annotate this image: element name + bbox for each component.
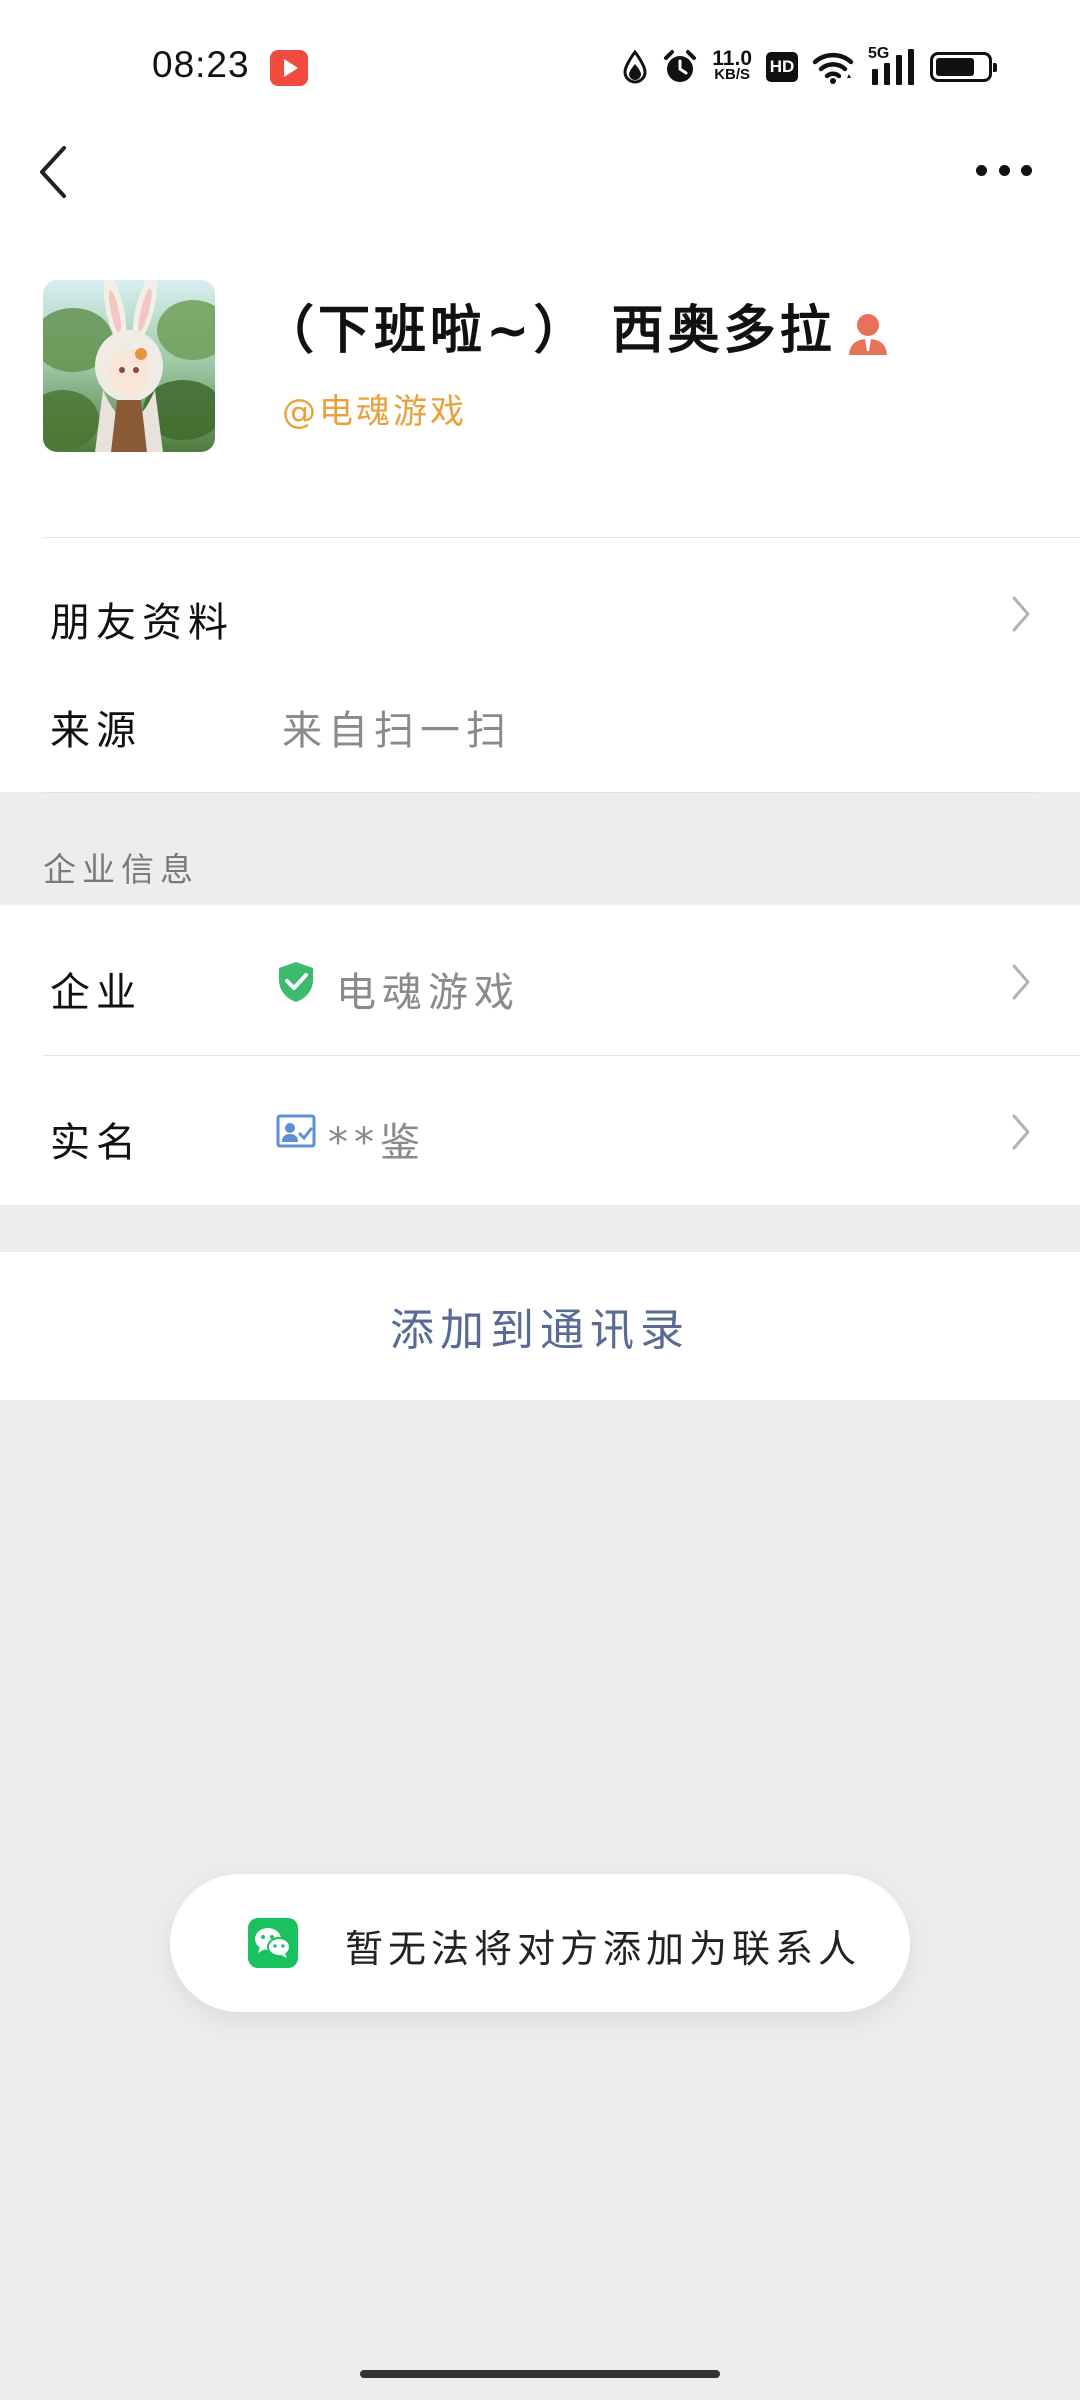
data-saver-icon (623, 50, 647, 84)
more-dot (1021, 164, 1032, 176)
back-button[interactable] (34, 142, 74, 202)
profile-header (0, 120, 1080, 792)
battery-fill (936, 58, 974, 76)
net-speed-unit: KB/S (714, 66, 751, 83)
alarm-icon (664, 50, 697, 82)
profile-screen: 08:23 11.0 KB/S HD 5G （下班啦~） 西奥多拉 @电魂游戏 … (0, 0, 1080, 2400)
chevron-right-icon[interactable] (1010, 1112, 1032, 1152)
enterprise-section-title: 企业信息 (43, 850, 199, 889)
toast: 暂无法将对方添加为联系人 (170, 1874, 910, 2012)
signal-icon: 5G (868, 45, 916, 87)
status-bar: 08:23 11.0 KB/S HD 5G (0, 0, 1080, 120)
net-speed-value: 11.0 (712, 47, 752, 70)
friend-profile-label[interactable]: 朋友资料 (50, 590, 234, 648)
person-badge-icon (848, 314, 887, 355)
divider (43, 792, 1037, 793)
source-value: 来自扫一扫 (282, 708, 512, 754)
profile-name: （下班啦~） 西奥多拉 (262, 288, 890, 363)
realname-label[interactable]: 实名 (50, 1110, 142, 1168)
divider (43, 1055, 1080, 1056)
divider (43, 537, 1080, 538)
more-dot (976, 164, 987, 176)
status-indicators: 11.0 KB/S HD 5G (622, 44, 997, 90)
more-dot (998, 164, 1010, 176)
more-button[interactable] (976, 156, 1032, 184)
net-speed-indicator: 11.0 KB/S (712, 47, 752, 83)
chevron-right-icon[interactable] (1010, 962, 1032, 1002)
wifi-icon (812, 52, 854, 84)
id-card-icon (276, 1114, 316, 1148)
company-label[interactable]: 企业 (50, 960, 142, 1018)
home-indicator[interactable] (360, 2370, 720, 2378)
battery-icon (930, 52, 997, 82)
wechat-icon (248, 1918, 298, 1968)
company-value[interactable]: 电魂游戏 (336, 960, 520, 1018)
chevron-right-icon[interactable] (1010, 594, 1032, 634)
source-label: 来源 (50, 708, 142, 754)
status-time: 08:23 (152, 44, 250, 85)
video-app-icon (270, 50, 308, 86)
add-to-contacts-button[interactable]: 添加到通讯录 (0, 1252, 1080, 1400)
avatar[interactable] (43, 280, 215, 452)
verified-shield-icon (279, 962, 313, 1002)
realname-value[interactable]: **鉴 (328, 1110, 426, 1168)
company-tag: @电魂游戏 (282, 392, 467, 432)
hd-badge: HD (766, 52, 798, 82)
profile-name-text: （下班啦~） 西奥多拉 (262, 301, 836, 361)
toast-message: 暂无法将对方添加为联系人 (345, 1927, 862, 1971)
